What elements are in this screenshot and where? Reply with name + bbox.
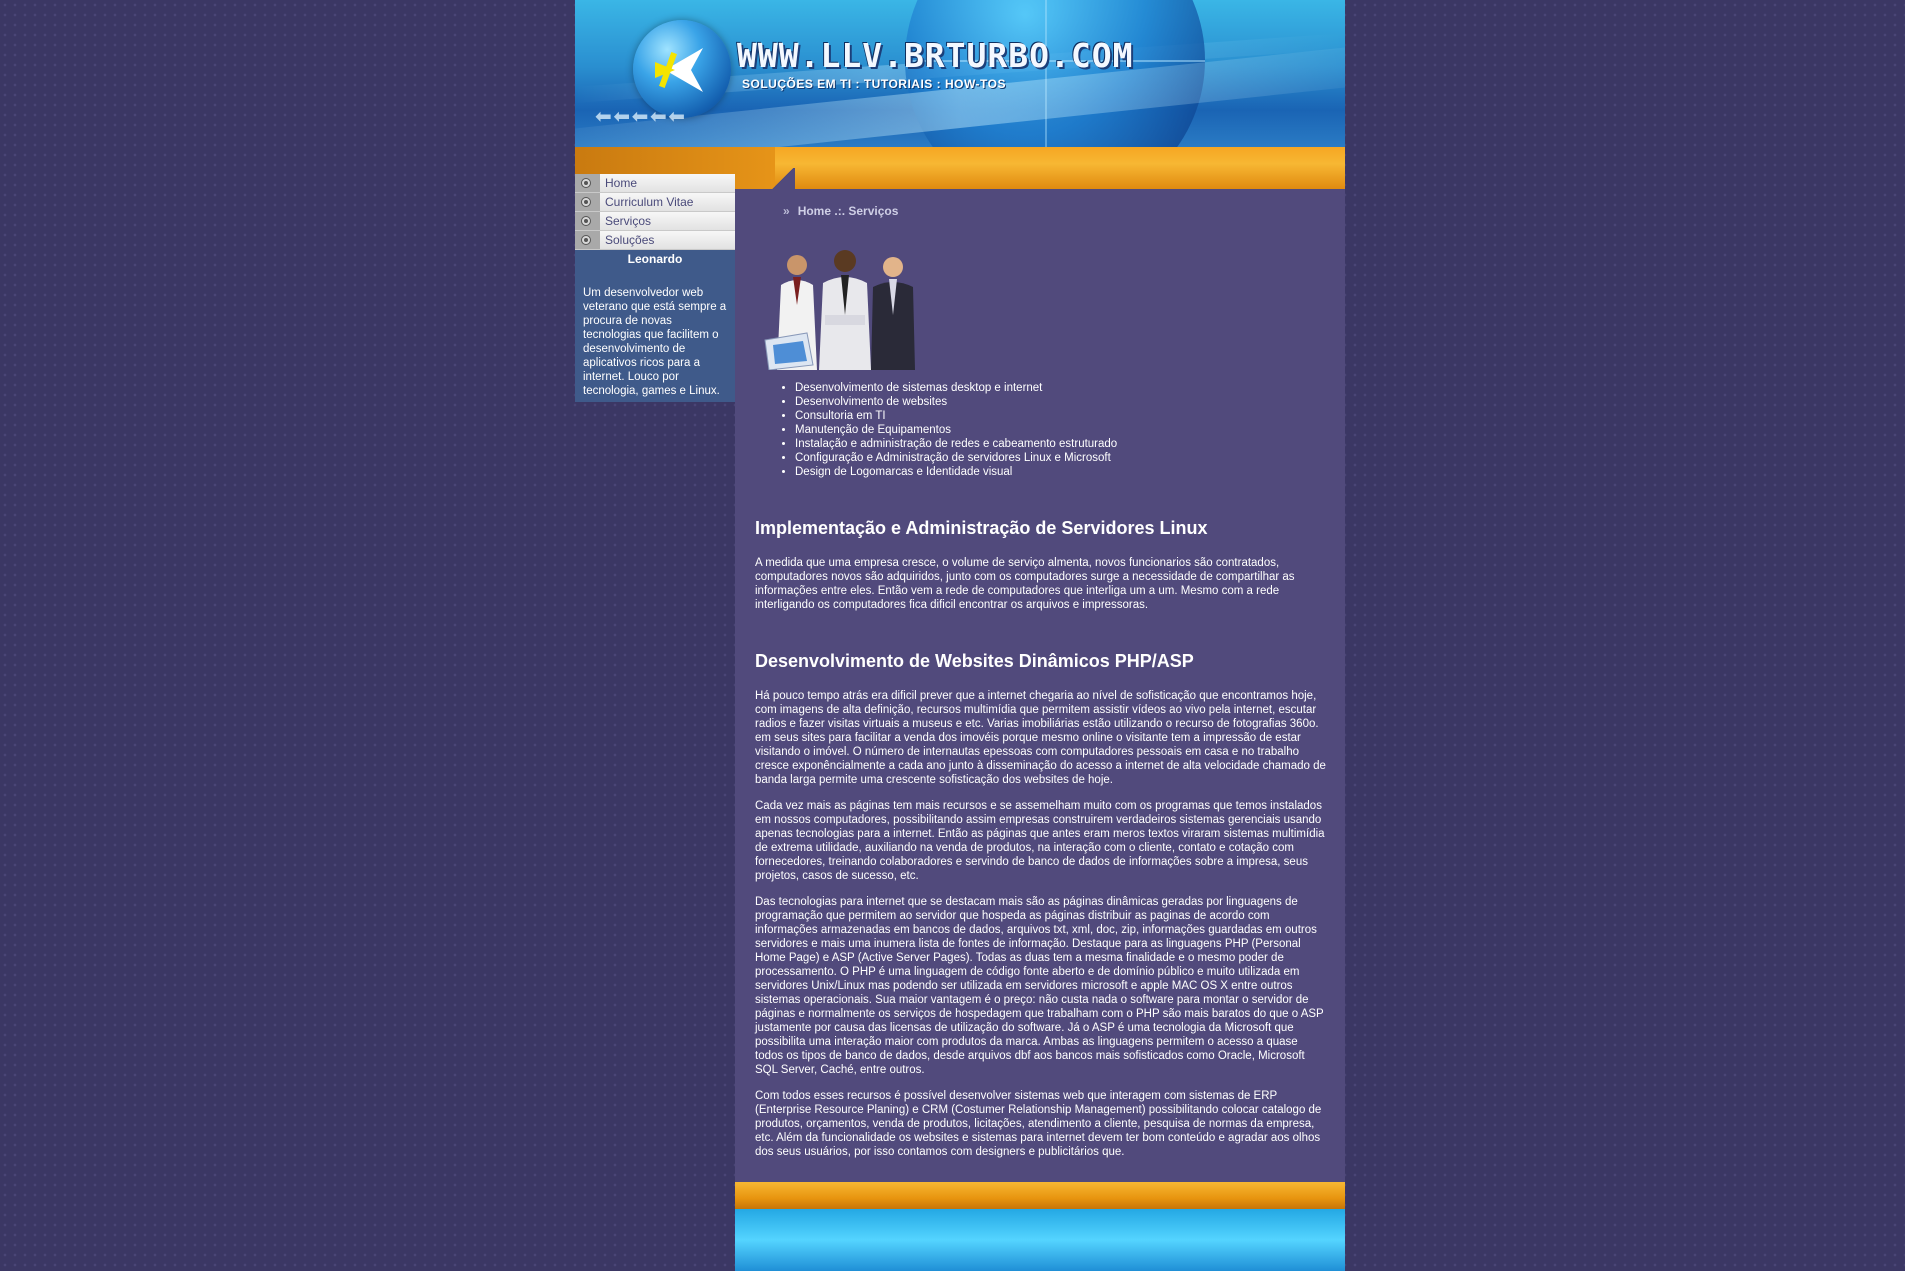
sidebar-item-label: Home — [605, 176, 638, 190]
list-item: Manutenção de Equipamentos — [795, 423, 1117, 437]
footer-orange-bar — [735, 1182, 1345, 1209]
site-title[interactable]: WWW.LLV.BRTURBO.COM — [737, 36, 1134, 75]
nav-bullet-icon — [575, 174, 600, 192]
nav-bullet-icon — [575, 231, 600, 249]
section-heading: Implementação e Administração de Servido… — [755, 518, 1208, 538]
section-paragraph: A medida que uma empresa cresce, o volum… — [755, 557, 1295, 611]
list-item: Consultoria em TI — [795, 409, 1117, 423]
breadcrumb: » Home .:. Serviços — [783, 204, 898, 218]
list-item: Desenvolvimento de websites — [795, 395, 1117, 409]
page-wrapper: WWW.LLV.BRTURBO.COM SOLUÇÕES EM TI : TUT… — [575, 0, 1345, 1271]
sidebar-item-home[interactable]: Home — [575, 174, 735, 193]
main-content: Desenvolvimento de sistemas desktop e in… — [735, 225, 1345, 1182]
sidebar-item-solucoes[interactable]: Soluções — [575, 231, 735, 250]
logo-arrow-icon — [655, 48, 703, 92]
sidebar-item-label: Soluções — [605, 233, 655, 247]
list-item: Design de Logomarcas e Identidade visual — [795, 465, 1117, 479]
section-paragraph: Com todos esses recursos é possível dese… — [755, 1090, 1322, 1158]
sidebar-item-servicos[interactable]: Serviços — [575, 212, 735, 231]
section-heading: Desenvolvimento de Websites Dinâmicos PH… — [755, 651, 1194, 671]
section-paragraph: Cada vez mais as páginas tem mais recurs… — [755, 800, 1325, 882]
sidebar-item-label: Curriculum Vitae — [605, 195, 694, 209]
business-team-image — [764, 250, 915, 370]
sidebar: Home Curriculum Vitae Serviços Soluções … — [575, 174, 735, 402]
nav-bullet-icon — [575, 212, 600, 230]
profile-name: Leonardo — [575, 250, 735, 268]
header-banner: WWW.LLV.BRTURBO.COM SOLUÇÕES EM TI : TUT… — [575, 0, 1345, 147]
profile-bio: Um desenvolvedor web veterano que está s… — [575, 268, 735, 402]
footer-blue-bar — [735, 1209, 1345, 1271]
section-paragraph: Há pouco tempo atrás era dificil prever … — [755, 690, 1326, 786]
breadcrumb-text[interactable]: Home .:. Serviços — [798, 204, 899, 218]
sidebar-item-curriculum-vitae[interactable]: Curriculum Vitae — [575, 193, 735, 212]
sidebar-item-label: Serviços — [605, 214, 652, 228]
list-item: Instalação e administração de redes e ca… — [795, 437, 1117, 451]
nav-bullet-icon — [575, 193, 600, 211]
site-subtitle: SOLUÇÕES EM TI : TUTORIAIS : HOW-TOS — [742, 77, 1006, 91]
section-paragraph: Das tecnologias para internet que se des… — [755, 896, 1324, 1076]
list-item: Configuração e Administração de servidor… — [795, 451, 1117, 465]
double-chevron-icon: » — [783, 204, 790, 218]
list-item: Desenvolvimento de sistemas desktop e in… — [795, 381, 1117, 395]
banner-arrows-icon: ⬅ ⬅ ⬅ ⬅ ⬅ — [595, 106, 685, 128]
services-list: Desenvolvimento de sistemas desktop e in… — [755, 381, 1117, 479]
